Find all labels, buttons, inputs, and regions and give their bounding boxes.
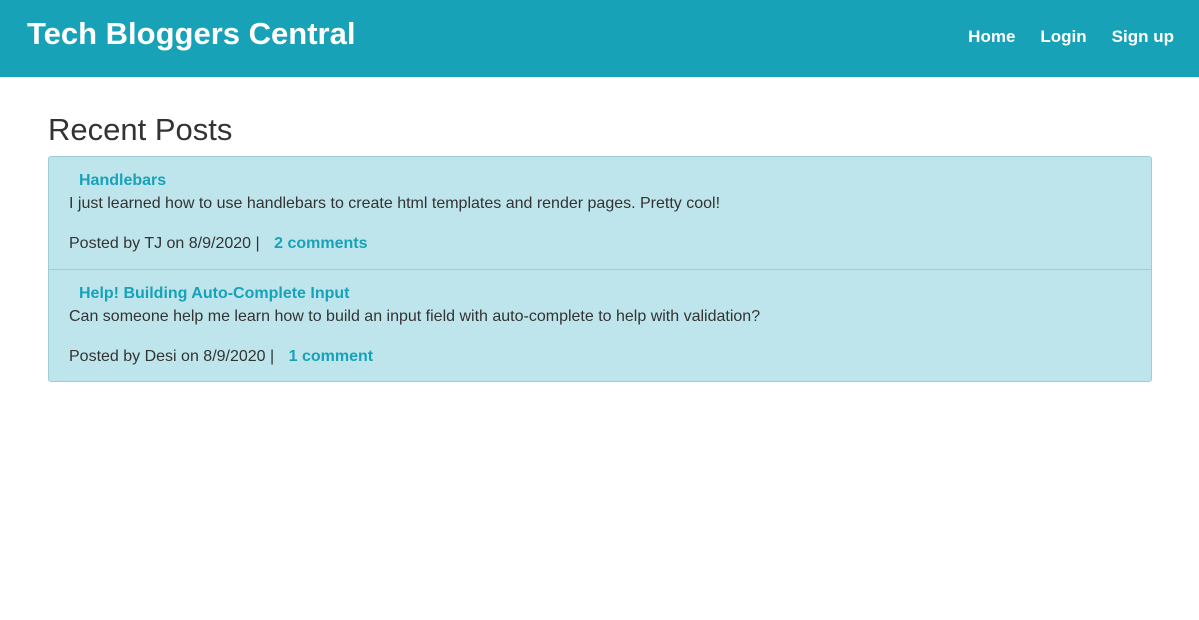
post-list: Handlebars I just learned how to use han…	[48, 156, 1152, 382]
site-brand[interactable]: Tech Bloggers Central	[27, 14, 355, 54]
nav-links: Home Login Sign up	[943, 26, 1174, 48]
navbar: Tech Bloggers Central Home Login Sign up	[0, 0, 1199, 77]
post-comments-link[interactable]: 2 comments	[274, 235, 367, 252]
nav-home-link[interactable]: Home	[968, 26, 1015, 48]
post-body: Can someone help me learn how to build a…	[69, 308, 761, 325]
post-body: I just learned how to use handlebars to …	[69, 195, 721, 212]
post-author-date: Posted by TJ on 8/9/2020 |	[69, 235, 260, 252]
post-author-date: Posted by Desi on 8/9/2020 |	[69, 348, 275, 365]
main-content: Recent Posts Handlebars I just learned h…	[48, 108, 1152, 382]
nav-signup-link[interactable]: Sign up	[1112, 26, 1174, 48]
post-title-link[interactable]: Help! Building Auto-Complete Input	[79, 284, 1131, 303]
post-item: Help! Building Auto-Complete Input Can s…	[49, 269, 1151, 381]
post-meta: Posted by TJ on 8/9/2020 | 2 comments	[69, 234, 1131, 254]
post-title-link[interactable]: Handlebars	[79, 171, 1131, 190]
post-comments-link[interactable]: 1 comment	[289, 348, 373, 365]
post-meta: Posted by Desi on 8/9/2020 | 1 comment	[69, 347, 1131, 367]
page-title: Recent Posts	[48, 112, 233, 147]
post-item: Handlebars I just learned how to use han…	[49, 157, 1151, 269]
nav-login-link[interactable]: Login	[1040, 26, 1086, 48]
